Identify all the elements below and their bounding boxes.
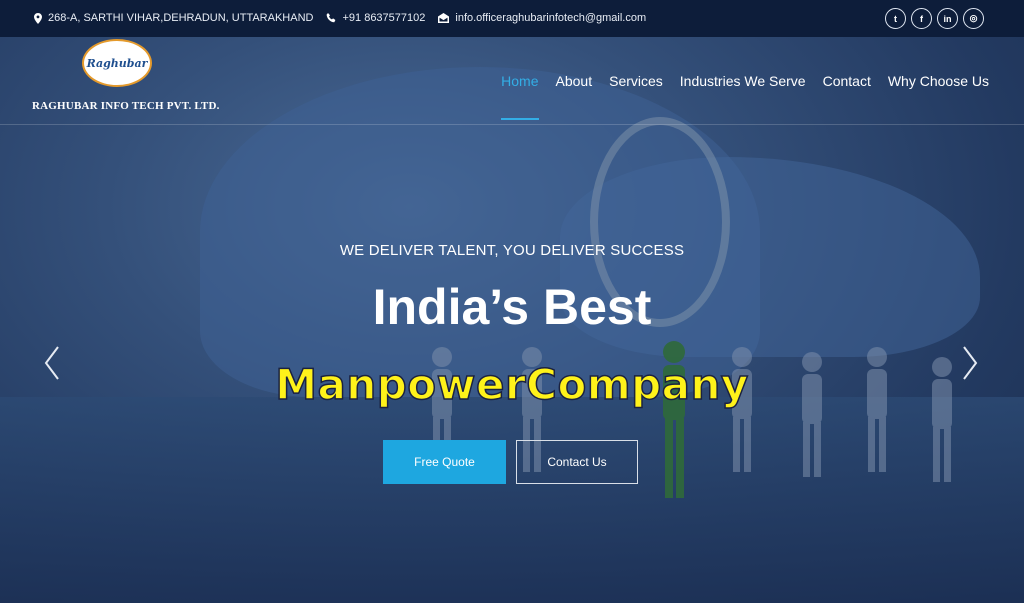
hero-tagline: WE DELIVER TALENT, YOU DELIVER SUCCESS [339, 242, 685, 259]
address-text: 268-A, SARTHI VIHAR,DEHRADUN, UTTARAKHAN… [48, 12, 314, 24]
nav-about[interactable]: About [556, 73, 593, 89]
chevron-right-icon[interactable] [960, 345, 980, 381]
hero-highlight-text: ManpowerCompany [274, 359, 749, 410]
linkedin-icon[interactable]: in [937, 8, 958, 29]
site-header: Raghubar RAGHUBAR INFO TECH PVT. LTD. Ho… [0, 37, 1024, 125]
phone-text: +91 8637577102 [342, 12, 426, 24]
nav-contact[interactable]: Contact [823, 73, 871, 89]
email-text: info.officeraghubarinfotech@gmail.com [455, 12, 647, 24]
hero-headline: India’s Best [372, 279, 652, 335]
contact-us-button[interactable]: Contact Us [516, 440, 638, 484]
twitter-icon[interactable]: t [885, 8, 906, 29]
main-nav: Home About Services Industries We Serve … [484, 73, 989, 120]
phone-item[interactable]: +91 8637577102 [326, 12, 425, 24]
company-name: RAGHUBAR INFO TECH PVT. LTD. [32, 100, 220, 112]
nav-why-choose-us[interactable]: Why Choose Us [888, 73, 989, 89]
nav-services[interactable]: Services [609, 73, 663, 89]
free-quote-button[interactable]: Free Quote [383, 440, 506, 484]
envelope-icon [438, 13, 450, 23]
logo-text: Raghubar [86, 56, 148, 70]
nav-industries[interactable]: Industries We Serve [680, 73, 806, 89]
location-pin-icon [34, 12, 42, 24]
nav-home[interactable]: Home [501, 73, 539, 120]
address-item: 268-A, SARTHI VIHAR,DEHRADUN, UTTARAKHAN… [34, 12, 313, 24]
phone-icon [327, 13, 336, 23]
top-info-bar: 268-A, SARTHI VIHAR,DEHRADUN, UTTARAKHAN… [0, 0, 1024, 37]
email-item[interactable]: info.officeraghubarinfotech@gmail.com [438, 12, 646, 24]
instagram-icon[interactable]: ◎ [963, 8, 984, 29]
company-logo[interactable]: Raghubar [82, 39, 152, 87]
social-links: t f in ◎ [880, 8, 984, 29]
chevron-left-icon[interactable] [42, 345, 62, 381]
facebook-icon[interactable]: f [911, 8, 932, 29]
contact-info: 268-A, SARTHI VIHAR,DEHRADUN, UTTARAKHAN… [34, 12, 659, 24]
